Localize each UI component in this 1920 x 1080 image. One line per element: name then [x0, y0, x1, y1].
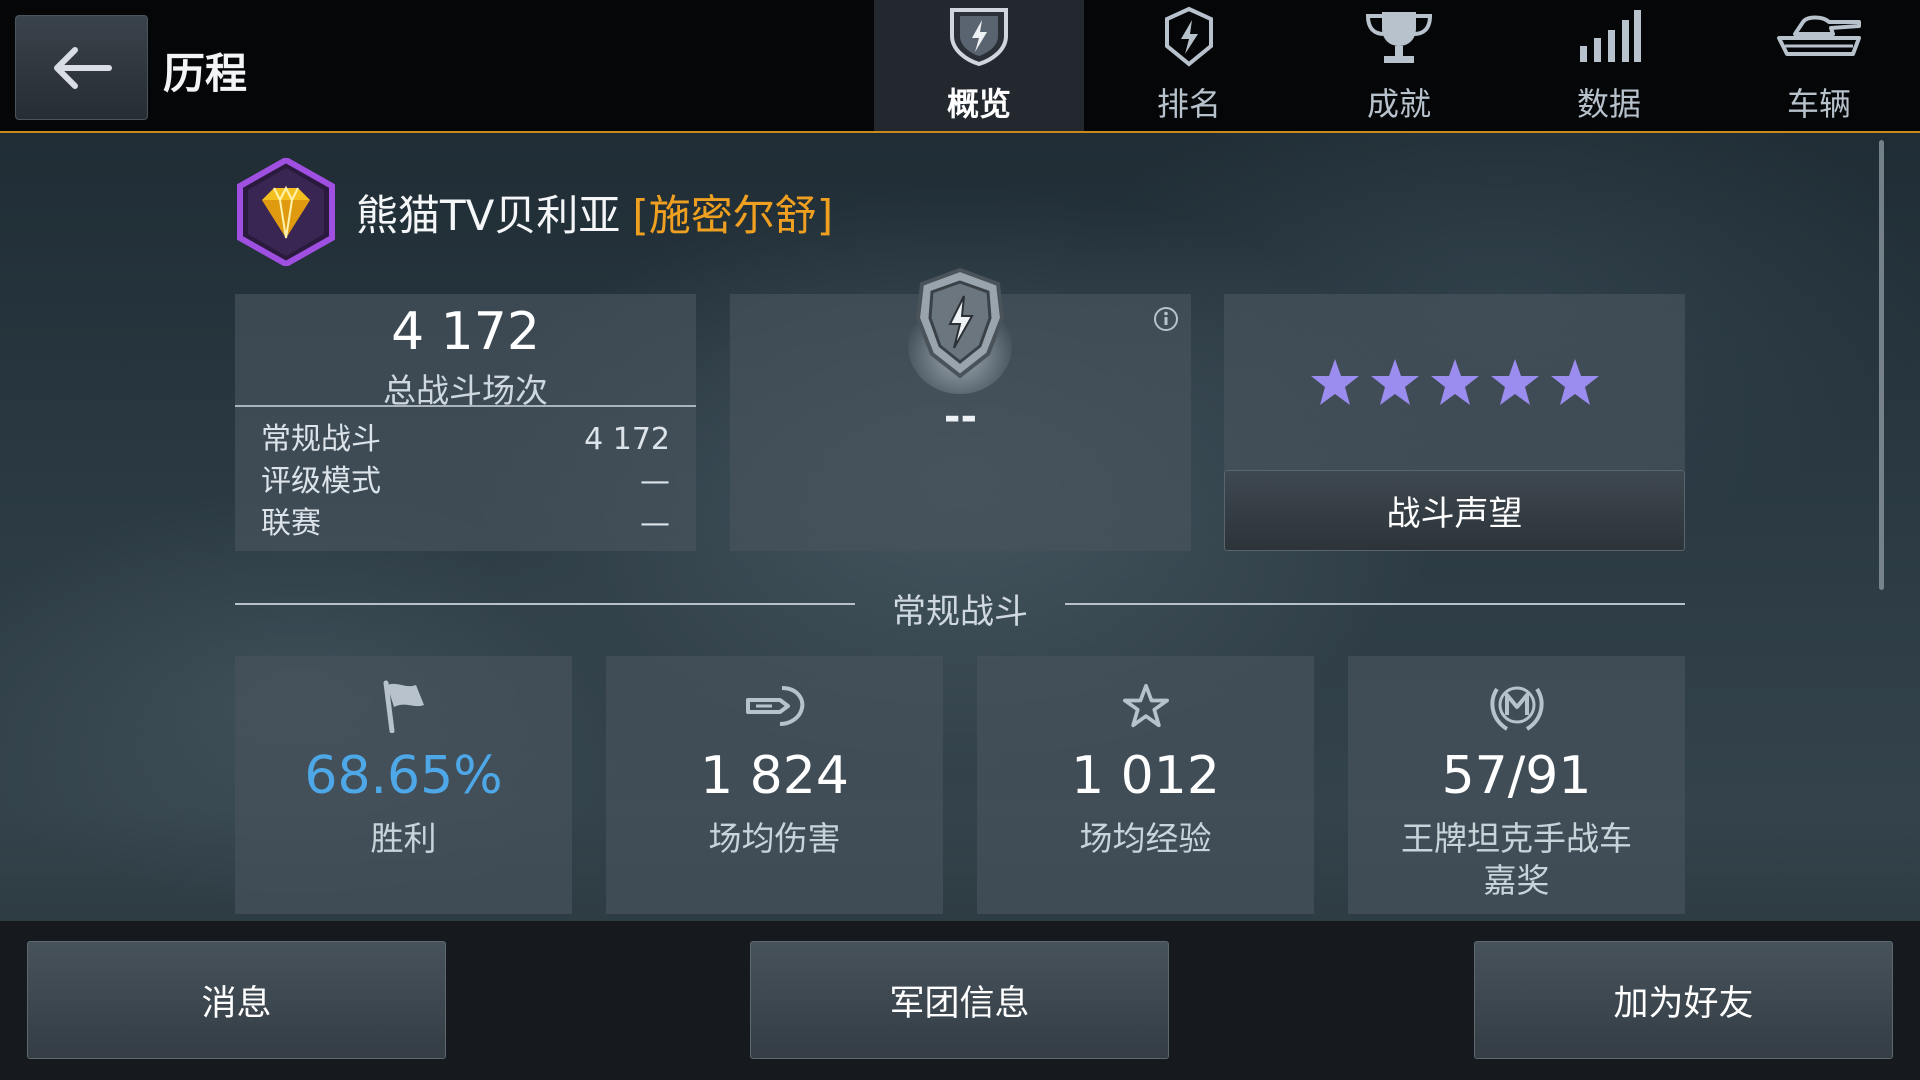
bar-chart-icon [1580, 10, 1641, 62]
scrollbar[interactable] [1879, 140, 1884, 590]
back-button[interactable] [15, 15, 148, 120]
battles-row-league: 联赛 — [261, 506, 670, 541]
battles-panel: 4 172 总战斗场次 常规战斗 4 172 评级模式 — 联赛 — [235, 294, 696, 551]
avg-xp-label: 场均经验 [1079, 819, 1212, 858]
star-icon [1550, 359, 1599, 405]
tab-achievements[interactable]: 成就 [1294, 0, 1504, 131]
info-icon[interactable] [1153, 306, 1179, 332]
tank-icon [1777, 15, 1861, 56]
trophy-icon [1365, 12, 1433, 63]
stat-card-avg-damage[interactable]: 1 824 场均伤害 [606, 656, 943, 914]
star-icon [1310, 359, 1359, 405]
rating-value: -- [943, 394, 978, 440]
star-icon [1430, 359, 1479, 405]
avg-xp-value: 1 012 [1071, 746, 1220, 806]
tab-ranking[interactable]: 排名 [1084, 0, 1294, 131]
mastery-value: 57/91 [1441, 746, 1592, 806]
tab-overview[interactable]: 概览 [874, 0, 1084, 131]
win-rate-value: 68.65% [304, 746, 503, 806]
ranking-badge-icon [1165, 6, 1213, 67]
tab-vehicles[interactable]: 车辆 [1714, 0, 1920, 131]
reputation-panel: 战斗声望 [1224, 294, 1685, 551]
shell-icon [745, 686, 804, 726]
reputation-button[interactable]: 战斗声望 [1224, 470, 1685, 551]
avg-damage-label: 场均伤害 [708, 819, 841, 858]
battles-row-rated: 评级模式 — [261, 464, 670, 499]
rating-panel[interactable]: -- [730, 267, 1191, 551]
total-battles-label: 总战斗场次 [383, 371, 548, 410]
avg-damage-value: 1 824 [700, 746, 849, 806]
clan-tag[interactable]: [施密尔舒] [632, 182, 833, 243]
stat-card-avg-xp[interactable]: 1 012 场均经验 [977, 656, 1314, 914]
player-header: 熊猫TV贝利亚 [施密尔舒] [236, 158, 833, 266]
star-outline-icon [1122, 683, 1169, 728]
bottom-bar: 消息 军团信息 加为好友 [0, 921, 1920, 1080]
message-button[interactable]: 消息 [27, 941, 446, 1059]
total-battles-value: 4 172 [391, 302, 540, 362]
star-icon [1370, 359, 1419, 405]
section-divider: 常规战斗 [235, 580, 1685, 632]
diamond-rank-icon [237, 158, 335, 266]
tab-statistics[interactable]: 数据 [1504, 0, 1714, 131]
battles-row-regular: 常规战斗 4 172 [261, 422, 670, 457]
overview-shield-icon [950, 8, 1008, 67]
stat-card-win-rate[interactable]: 68.65% 胜利 [235, 656, 572, 914]
flag-icon [383, 680, 424, 733]
stat-card-mastery[interactable]: 57/91 王牌坦克手战车 嘉奖 [1348, 656, 1685, 914]
top-bar: 历程 概览 排名 成就 数据 车辆 [0, 0, 1920, 133]
rating-shield-icon [908, 267, 1012, 394]
back-arrow-icon [53, 46, 112, 89]
player-name: 熊猫TV贝利亚 [356, 190, 621, 240]
mastery-label: 王牌坦克手战车 嘉奖 [1401, 819, 1632, 900]
page-title: 历程 [163, 49, 248, 98]
tab-bar: 概览 排名 成就 数据 车辆 [874, 0, 1920, 131]
reputation-stars [1224, 294, 1685, 470]
mastery-badge-icon [1489, 686, 1544, 731]
star-icon [1490, 359, 1539, 405]
clan-info-button[interactable]: 军团信息 [750, 941, 1169, 1059]
add-friend-button[interactable]: 加为好友 [1474, 941, 1893, 1059]
win-rate-label: 胜利 [370, 819, 437, 858]
section-title: 常规战斗 [892, 592, 1028, 632]
